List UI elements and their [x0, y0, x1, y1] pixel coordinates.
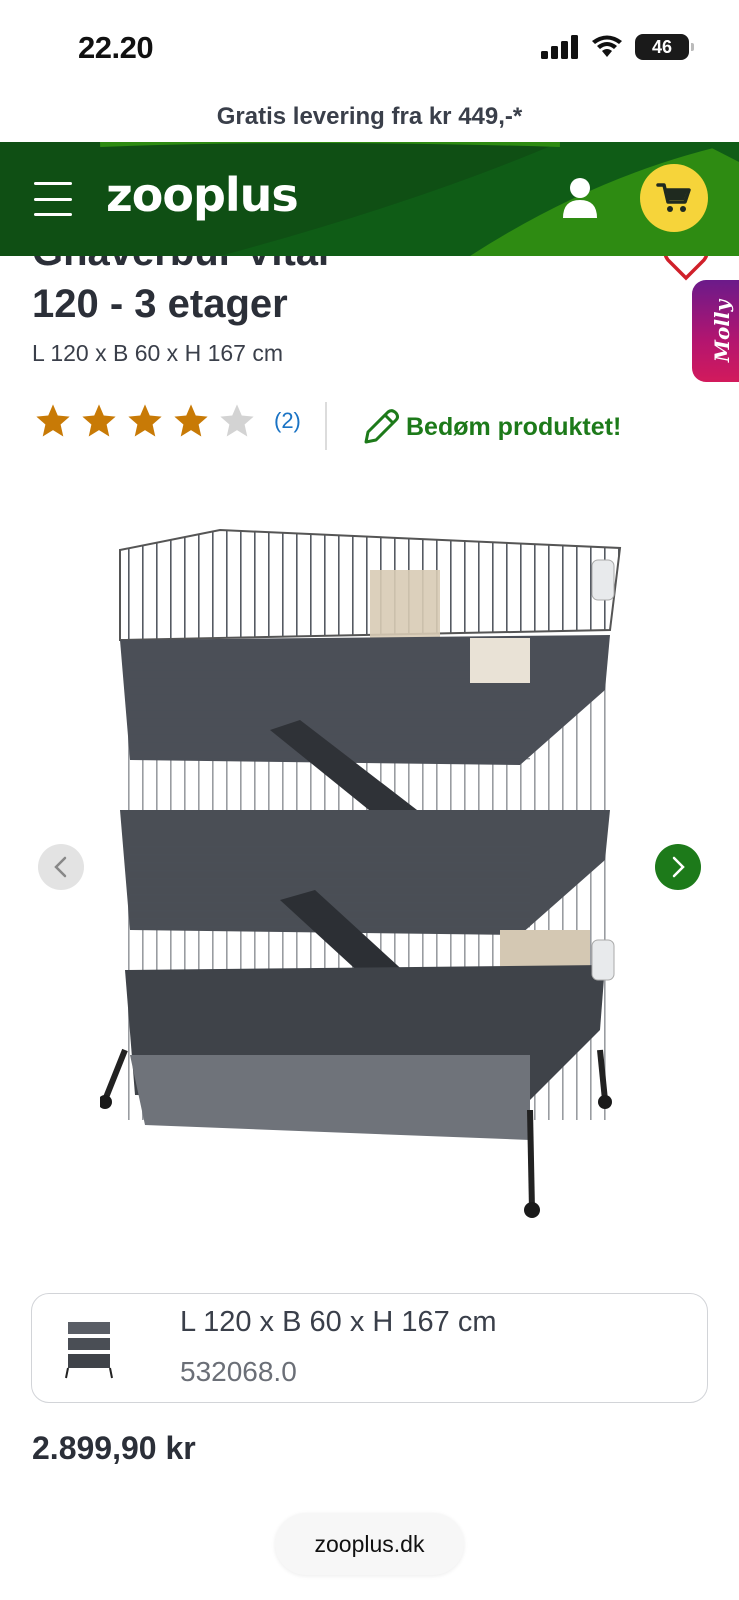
hamburger-menu-icon	[34, 182, 72, 185]
product-gallery[interactable]	[0, 490, 739, 1250]
zooplus-logo[interactable]: zooplus	[106, 168, 299, 222]
rate-product-label: Bedøm produktet!	[406, 412, 622, 441]
site-header: zooplus	[0, 142, 739, 256]
molly-label: Molly	[710, 299, 735, 363]
product-image[interactable]	[100, 510, 640, 1230]
variant-selector[interactable]: L 120 x B 60 x H 167 cm 532068.0	[31, 1293, 708, 1403]
hamburger-line	[34, 213, 72, 216]
battery-icon: 46	[635, 34, 694, 60]
browser-url-bar[interactable]: zooplus.dk	[275, 1513, 464, 1575]
rating-divider	[325, 402, 327, 450]
product-price: 2.899,90 kr	[32, 1430, 196, 1466]
wifi-icon	[592, 35, 622, 57]
star-filled-icon	[174, 404, 208, 437]
account-button[interactable]	[560, 176, 600, 220]
status-bar: 22.20 46	[0, 0, 739, 92]
star-filled-icon	[128, 404, 162, 437]
cart-button[interactable]	[640, 164, 708, 232]
variant-size-label: L 120 x B 60 x H 167 cm	[180, 1306, 497, 1338]
gallery-prev-button[interactable]	[38, 844, 84, 890]
rating-summary[interactable]: (2)	[34, 402, 301, 440]
rate-product-link[interactable]: Bedøm produktet!	[360, 406, 621, 448]
review-count-link[interactable]: (2)	[274, 408, 301, 434]
status-time: 22.20	[78, 30, 154, 65]
pencil-icon	[364, 409, 399, 444]
status-icons: 46	[541, 34, 694, 60]
gallery-next-button[interactable]	[655, 844, 701, 890]
promo-banner[interactable]: Gratis levering fra kr 449,-*	[0, 92, 739, 142]
star-empty-icon	[220, 404, 254, 437]
star-rating	[34, 402, 256, 440]
star-filled-icon	[36, 404, 70, 437]
signal-icon	[541, 35, 578, 59]
molly-assistant-tab[interactable]: Molly	[692, 280, 739, 382]
product-title-line2: 120 - 3 etager	[32, 282, 288, 326]
variant-article-code: 532068.0	[180, 1356, 297, 1387]
menu-button[interactable]	[32, 178, 74, 220]
chevron-left-icon	[54, 856, 67, 878]
hamburger-line	[34, 197, 72, 201]
variant-thumbnail	[65, 1322, 113, 1379]
chevron-right-icon	[672, 856, 685, 878]
user-icon	[563, 178, 597, 218]
star-filled-icon	[82, 404, 116, 437]
cart-icon	[656, 183, 691, 212]
product-dimensions: L 120 x B 60 x H 167 cm	[32, 340, 284, 366]
